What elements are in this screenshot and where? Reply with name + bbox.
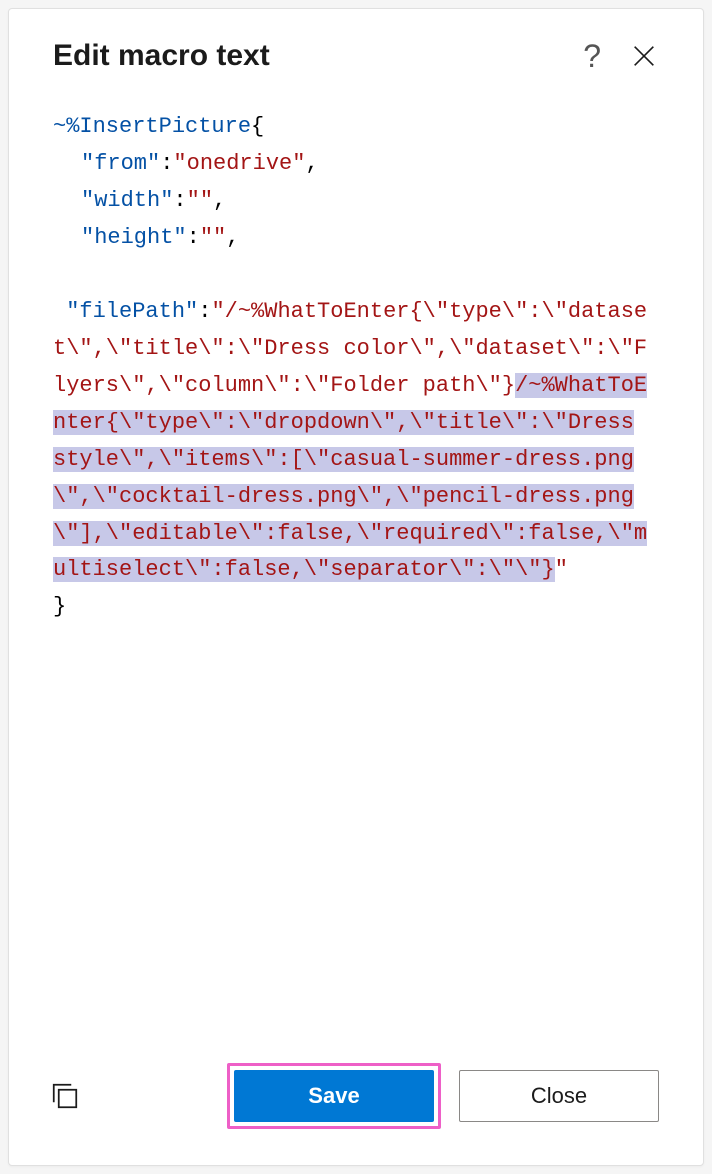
code-selected-text: /~%WhatToEnter{\"type\":\"dropdown\",\"t… [53,373,647,583]
code-token: "onedrive" [173,151,305,176]
code-token: , [226,225,239,250]
macro-code-editor[interactable]: ~%InsertPicture{ "from":"onedrive", "wid… [53,105,659,1043]
edit-macro-dialog: Edit macro text ? ~%InsertPicture{ "from… [8,8,704,1166]
save-button[interactable]: Save [234,1070,434,1122]
code-token: { [251,114,264,139]
footer-buttons: Save Close [227,1063,659,1129]
code-token: "filePath" [66,299,198,324]
dialog-title: Edit macro text [53,39,270,73]
code-token: "" [200,225,226,250]
close-icon[interactable] [629,41,659,71]
code-token: " [555,557,568,582]
code-token: : [198,299,211,324]
code-token: "" [187,188,213,213]
code-token: , [305,151,318,176]
save-button-highlight: Save [227,1063,441,1129]
dialog-header: Edit macro text ? [53,39,659,73]
code-token: "width" [81,188,173,213]
copy-icon[interactable] [49,1080,81,1112]
code-token: , [213,188,226,213]
help-icon[interactable]: ? [583,40,601,72]
code-token: ~%InsertPicture [53,114,251,139]
code-token: } [53,594,66,619]
header-icons: ? [583,40,659,72]
code-token: : [187,225,200,250]
code-token: : [173,188,186,213]
code-token: "from" [81,151,160,176]
code-token: "height" [81,225,187,250]
close-button[interactable]: Close [459,1070,659,1122]
code-token: : [160,151,173,176]
dialog-footer: Save Close [53,1043,659,1129]
